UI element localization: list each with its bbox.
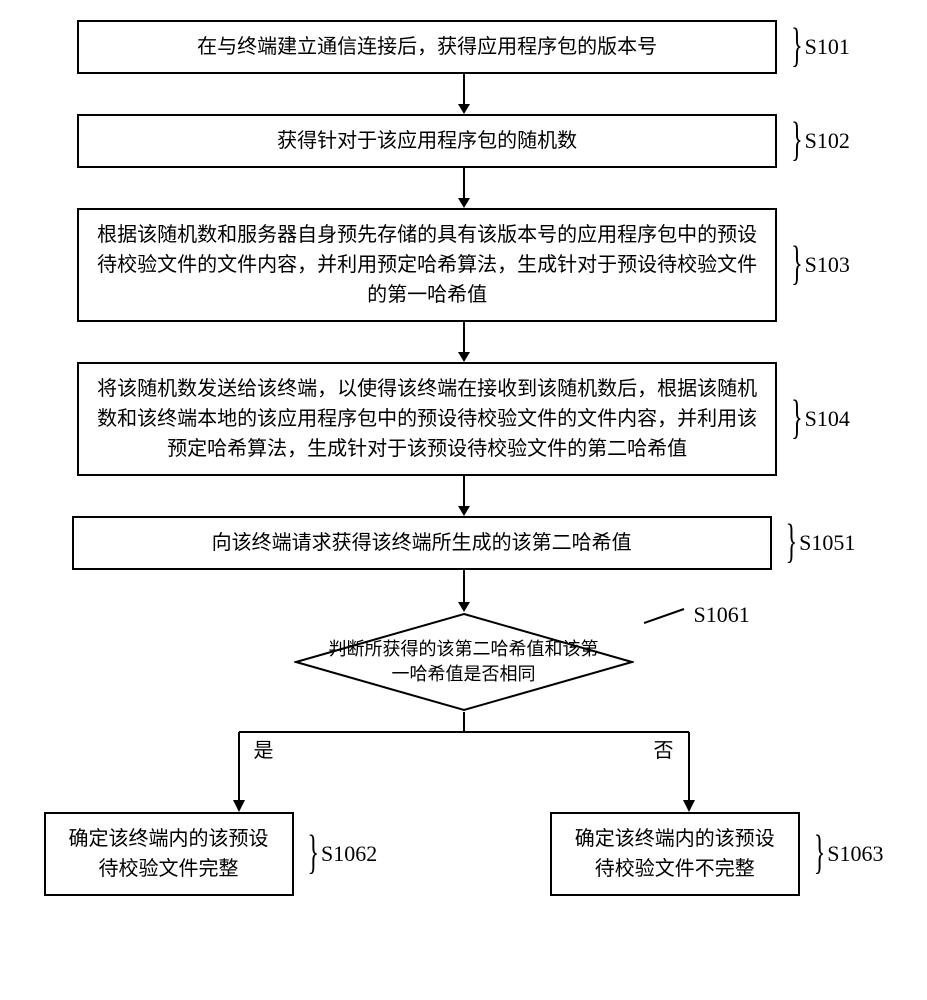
step-s1063-box: 确定该终端内的该预设待校验文件不完整 bbox=[550, 812, 800, 896]
step-s103-box: 根据该随机数和服务器自身预先存储的具有该版本号的应用程序包中的预设待校验文件的文… bbox=[77, 208, 777, 322]
flowchart: 在与终端建立通信连接后，获得应用程序包的版本号 }S101 获得针对于该应用程序… bbox=[10, 20, 917, 896]
step-s1061-label: S1061 bbox=[644, 602, 750, 628]
step-s1062-label: }S1062 bbox=[306, 841, 378, 868]
step-s101-box: 在与终端建立通信连接后，获得应用程序包的版本号 bbox=[77, 20, 777, 74]
step-s1051-box: 向该终端请求获得该终端所生成的该第二哈希值 bbox=[72, 516, 772, 570]
brace-icon: } bbox=[791, 20, 803, 74]
step-s1062-box: 确定该终端内的该预设待校验文件完整 bbox=[44, 812, 294, 896]
step-s101-label: }S101 bbox=[789, 34, 850, 61]
arrow-down-icon bbox=[454, 476, 474, 516]
step-s102-row: 获得针对于该应用程序包的随机数 }S102 bbox=[10, 114, 917, 168]
step-s103-row: 根据该随机数和服务器自身预先存储的具有该版本号的应用程序包中的预设待校验文件的文… bbox=[10, 208, 917, 322]
step-s103-label: }S103 bbox=[789, 252, 850, 279]
step-s102-box: 获得针对于该应用程序包的随机数 bbox=[77, 114, 777, 168]
step-s104-label: }S104 bbox=[789, 406, 850, 433]
step-s1063-label: }S1063 bbox=[812, 841, 884, 868]
step-s1051-row: 向该终端请求获得该终端所生成的该第二哈希值 }S1051 bbox=[10, 516, 917, 570]
brace-icon: } bbox=[814, 827, 826, 881]
branch-split: 是 否 bbox=[114, 712, 814, 812]
step-s1063-cell: 确定该终端内的该预设待校验文件不完整 }S1063 bbox=[550, 812, 884, 896]
arrow-down-icon bbox=[454, 322, 474, 362]
brace-icon: } bbox=[791, 114, 803, 168]
arrow-down-icon bbox=[454, 74, 474, 114]
decision-s1061-row: S1061 判断所获得的该第二哈希值和该第一哈希值是否相同 bbox=[10, 612, 917, 712]
decision-s1061-text: 判断所获得的该第二哈希值和该第一哈希值是否相同 bbox=[328, 637, 600, 687]
step-s104-row: 将该随机数发送给该终端，以使得该终端在接收到该随机数后，根据该随机数和该终端本地… bbox=[10, 362, 917, 476]
end-row: 确定该终端内的该预设待校验文件完整 }S1062 确定该终端内的该预设待校验文件… bbox=[44, 812, 884, 896]
arrow-down-icon bbox=[454, 168, 474, 208]
decision-s1061-diamond: 判断所获得的该第二哈希值和该第一哈希值是否相同 bbox=[294, 612, 634, 712]
brace-icon: } bbox=[791, 392, 803, 446]
branch-no-label: 否 bbox=[654, 734, 674, 763]
branch-yes-label: 是 bbox=[254, 734, 274, 763]
leader-line-icon bbox=[644, 603, 694, 627]
brace-icon: } bbox=[786, 516, 798, 570]
arrow-down-icon bbox=[454, 570, 474, 612]
step-s101-row: 在与终端建立通信连接后，获得应用程序包的版本号 }S101 bbox=[10, 20, 917, 74]
step-s102-label: }S102 bbox=[789, 128, 850, 155]
step-s1062-cell: 确定该终端内的该预设待校验文件完整 }S1062 bbox=[44, 812, 378, 896]
step-s104-box: 将该随机数发送给该终端，以使得该终端在接收到该随机数后，根据该随机数和该终端本地… bbox=[77, 362, 777, 476]
brace-icon: } bbox=[791, 238, 803, 292]
step-s1051-label: }S1051 bbox=[784, 530, 856, 557]
brace-icon: } bbox=[308, 827, 320, 881]
